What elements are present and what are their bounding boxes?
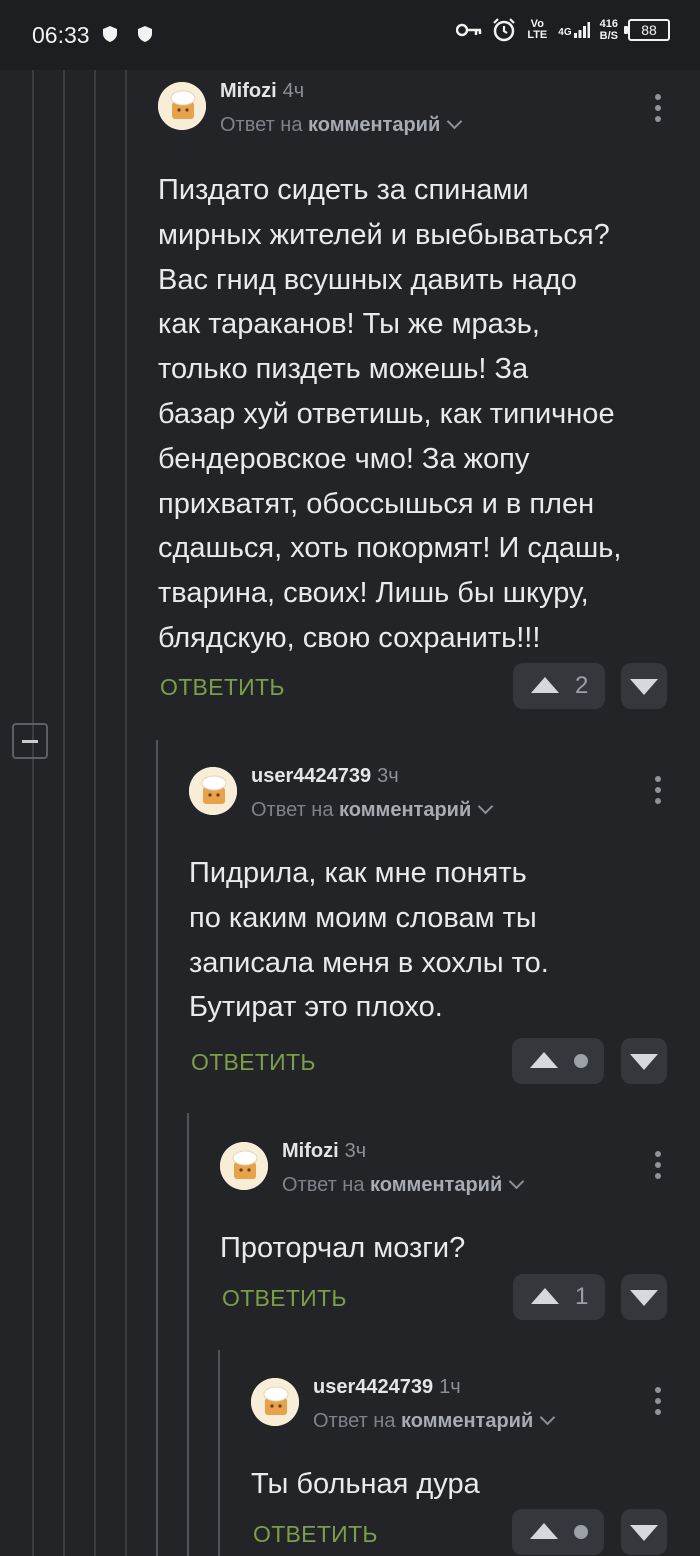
net-speed: 416 B/S [599,18,618,42]
reply-indent-line [218,1350,220,1556]
reply-button[interactable]: ОТВЕТИТЬ [253,1521,378,1548]
avatar[interactable] [189,767,237,815]
reply-to-link[interactable]: Ответ на комментарий [282,1173,525,1197]
status-time: 06:33 [32,22,90,48]
upvote-icon [531,677,559,693]
downvote-icon [630,1525,658,1541]
avatar[interactable] [220,1142,268,1190]
chevron-down-icon [508,1173,525,1190]
more-vert-icon[interactable] [655,1387,661,1415]
status-bar: 06:33 Vo LTE 4G 416 B/S 88 [0,0,700,70]
thread-guide [94,70,96,1556]
comment-time: 4ч [282,80,305,102]
reply-button[interactable]: ОТВЕТИТЬ [222,1285,347,1312]
thread-guide [125,70,127,1556]
upvote-button[interactable]: 1 [513,1274,605,1320]
signal-icon: 4G [558,22,590,38]
more-vert-icon[interactable] [655,1151,661,1179]
comment-text: Пидрила, как мне понять по каким моим сл… [189,857,549,1024]
chevron-down-icon [539,1409,556,1426]
downvote-button[interactable] [621,1509,667,1555]
shield-icon [138,26,152,42]
comment-author[interactable]: Mifozi 3ч [282,1140,366,1163]
downvote-icon [630,679,658,695]
upvote-button[interactable] [512,1038,604,1084]
upvote-icon [530,1523,558,1539]
reply-button[interactable]: ОТВЕТИТЬ [191,1049,316,1076]
battery-icon: 88 [624,19,670,41]
downvote-button[interactable] [621,1038,667,1084]
upvote-icon [530,1052,558,1068]
collapse-thread-button[interactable] [12,723,48,759]
reply-button[interactable]: ОТВЕТИТЬ [160,674,285,701]
comment-time: 3ч [344,1140,367,1162]
comment-text: Проторчал мозги? [220,1232,466,1264]
avatar[interactable] [251,1378,299,1426]
comment-text: Пиздато сидеть за спинами мирных жителей… [158,174,622,654]
shield-icon [103,26,117,42]
network-indicator: Vo LTE [527,18,548,41]
upvote-button[interactable] [512,1509,604,1555]
comment-time: 3ч [377,765,399,787]
comment-author[interactable]: user4424739 3ч [251,765,399,788]
downvote-button[interactable] [621,663,667,709]
comment-text: Ты больная дура [251,1468,480,1500]
comment-author[interactable]: Mifozi 4ч [220,80,304,103]
reply-indent-line [187,1113,189,1556]
reply-to-link[interactable]: Ответ на комментарий [251,798,494,822]
upvote-button[interactable]: 2 [513,663,605,709]
more-vert-icon[interactable] [655,94,661,122]
comment-time: 1ч [439,1376,461,1398]
key-icon [456,23,482,37]
more-vert-icon[interactable] [655,776,661,804]
downvote-button[interactable] [621,1274,667,1320]
reply-indent-line [156,740,158,1556]
chevron-down-icon [477,798,494,815]
upvote-icon [531,1288,559,1304]
downvote-icon [630,1054,658,1070]
reply-to-link[interactable]: Ответ на комментарий [313,1409,556,1433]
comment-author[interactable]: user4424739 1ч [313,1376,461,1399]
vote-neutral-dot [574,1054,588,1068]
avatar[interactable] [158,82,206,130]
downvote-icon [630,1290,658,1306]
alarm-icon [493,18,516,42]
vote-neutral-dot [574,1525,588,1539]
thread-guide [32,70,34,1556]
reply-to-link[interactable]: Ответ на комментарий [220,113,463,137]
vote-count: 1 [575,1283,589,1310]
thread-guide [63,70,65,1556]
chevron-down-icon [446,113,463,130]
vote-count: 2 [575,672,589,699]
